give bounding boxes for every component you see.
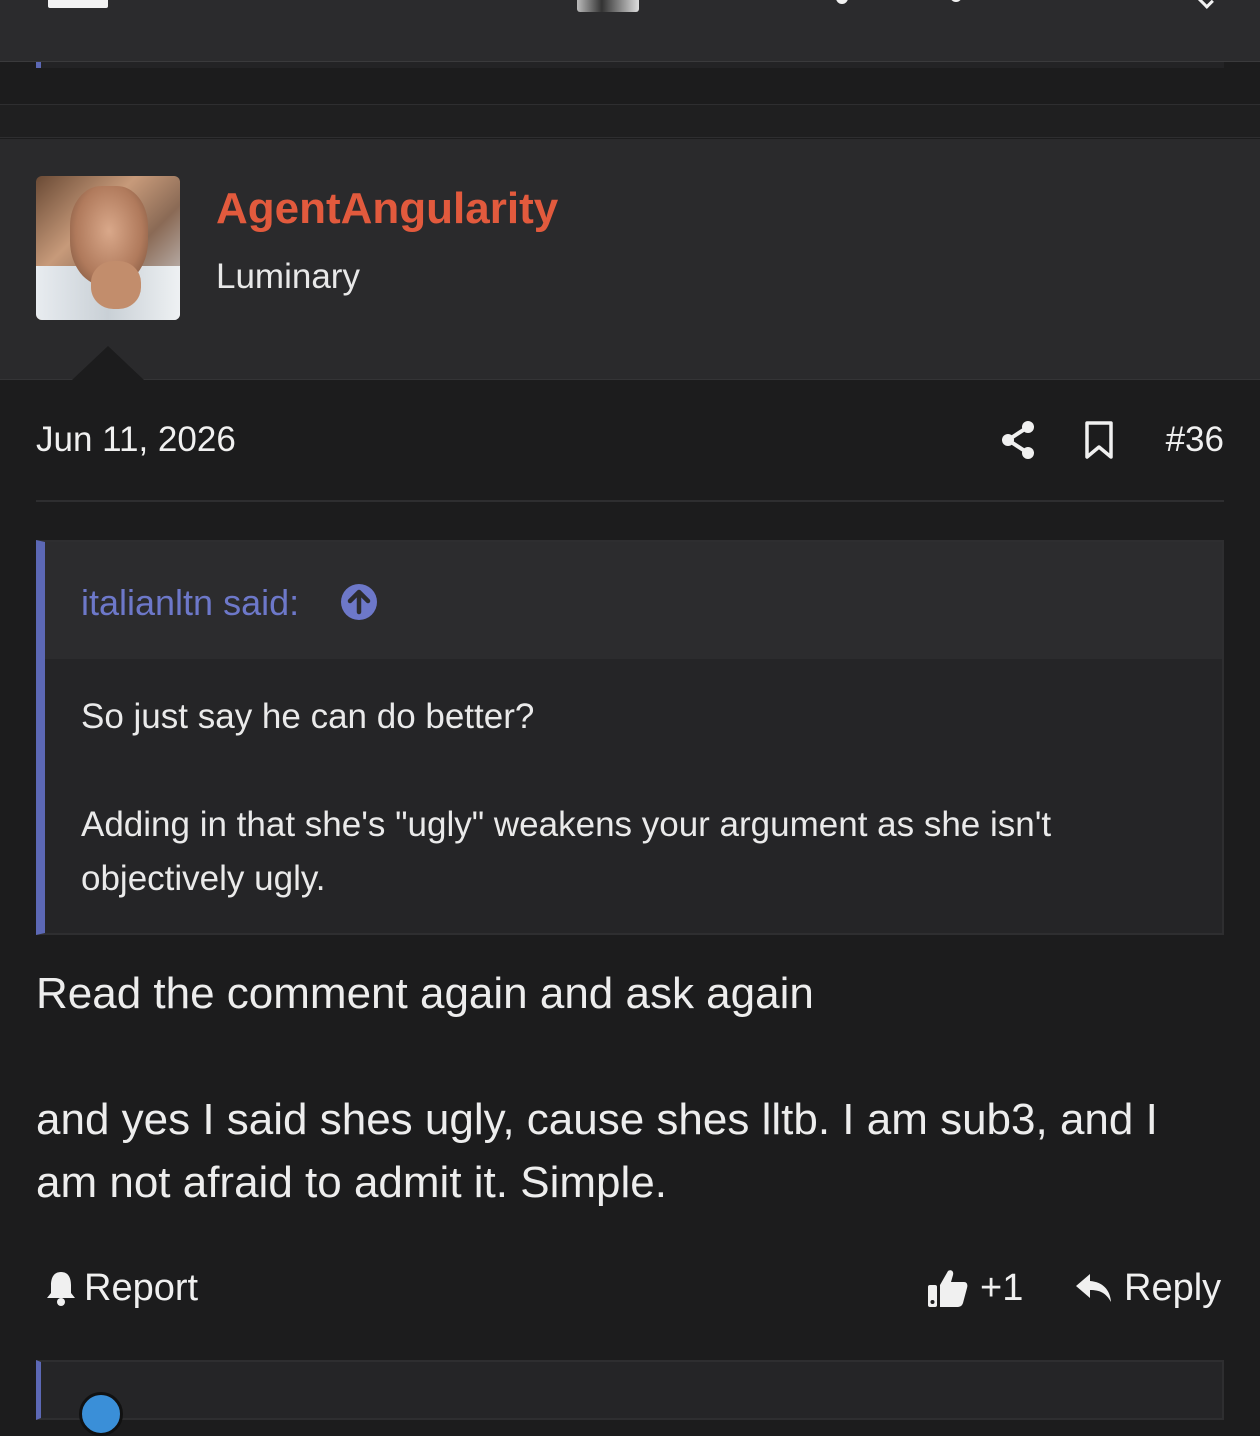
post-body-line: Read the comment again and ask again [36, 969, 814, 1018]
avatar[interactable] [36, 176, 180, 320]
quote-block: italianltn said: So just say he can do b… [36, 540, 1224, 935]
menu-icon[interactable] [48, 0, 108, 8]
avatar[interactable] [79, 1392, 123, 1436]
username-link[interactable]: AgentAngularity [216, 184, 558, 234]
reply-label: Reply [1124, 1266, 1222, 1309]
avatar-hand [91, 261, 141, 309]
user-block-pointer [72, 346, 144, 380]
post-body-line: and yes I said shes ugly, cause shes llt… [36, 1095, 1158, 1144]
header-avatar[interactable] [577, 0, 639, 12]
share-icon[interactable] [1000, 420, 1036, 460]
quote-header[interactable]: italianltn said: [45, 542, 1222, 659]
header-icon[interactable] [836, 0, 848, 4]
report-button[interactable]: Report [44, 1266, 198, 1310]
previous-quote-edge [36, 62, 1224, 68]
post-date[interactable]: Jun 11, 2026 [36, 420, 236, 460]
post-user-block: AgentAngularity Luminary [0, 139, 1260, 380]
bell-icon [47, 1272, 75, 1306]
next-post-quote-edge [36, 1360, 1224, 1436]
arrow-up-circle-icon[interactable] [339, 582, 379, 622]
post-permalink[interactable]: #36 [1150, 420, 1224, 460]
reply-arrow-icon [1076, 1274, 1111, 1302]
user-title: Luminary [216, 257, 360, 296]
post-body-line: am not afraid to admit it. Simple. [36, 1158, 667, 1207]
chevron-down-icon[interactable] [1194, 0, 1214, 9]
quote-text-line: Adding in that she's "ugly" weakens your… [81, 805, 1052, 844]
report-label: Report [84, 1266, 199, 1309]
quote-author[interactable]: italianltn said: [81, 582, 299, 624]
site-header [0, 0, 1260, 62]
header-icon[interactable] [950, 0, 962, 2]
like-count: +1 [980, 1266, 1024, 1309]
quote-text-line: So just say he can do better? [81, 697, 535, 736]
bookmark-icon[interactable] [1082, 420, 1116, 460]
reply-button[interactable]: Reply [1074, 1266, 1221, 1310]
divider [36, 500, 1224, 502]
post-separator [0, 104, 1260, 138]
quote-text-line: objectively ugly. [81, 859, 326, 898]
thumbs-up-icon [928, 1270, 968, 1307]
site-logo[interactable] [158, 0, 468, 8]
like-button[interactable]: +1 [926, 1266, 1023, 1310]
